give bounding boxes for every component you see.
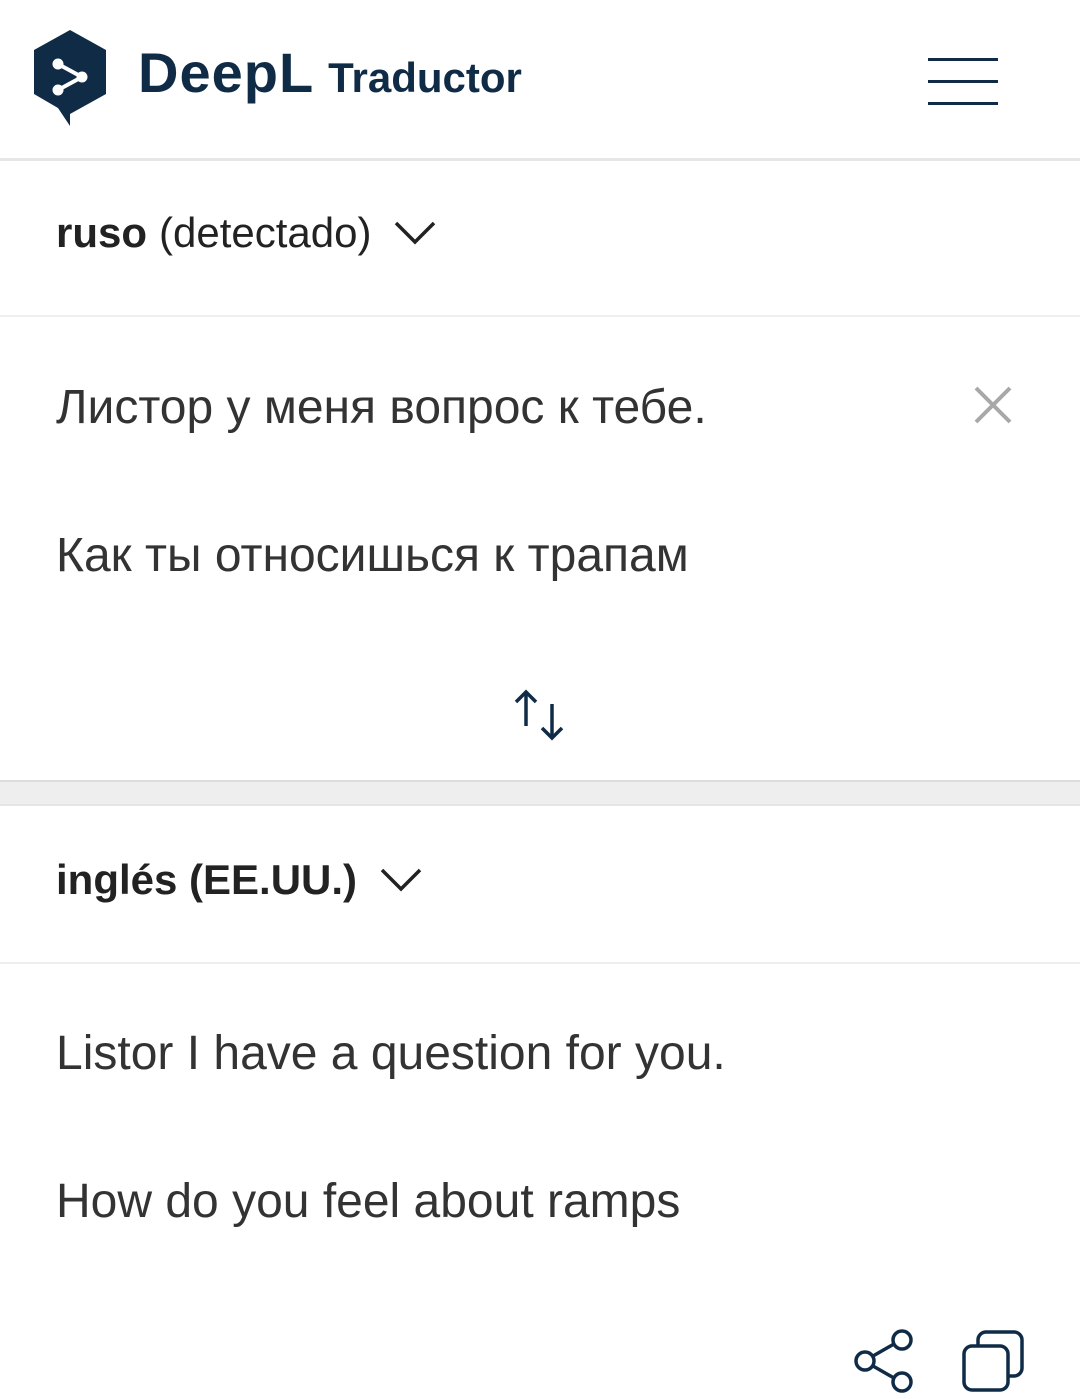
app-header: DeepL Traductor (0, 0, 1080, 161)
panel-divider (0, 780, 1080, 806)
copy-icon[interactable] (960, 1328, 1026, 1394)
target-language-selector[interactable]: inglés (EE.UU.) (0, 808, 1080, 964)
deepl-translator-screen: DeepL Traductor ruso (detectado) Листор … (0, 0, 1080, 1399)
share-icon[interactable] (852, 1328, 916, 1394)
source-text-line: Листор у меня вопрос к тебе. (56, 381, 707, 434)
source-language-label: ruso (detectado) (56, 209, 437, 257)
translation-text-line: Listor I have a question for you. (56, 1027, 726, 1080)
brand-name: DeepL (138, 41, 315, 104)
source-text-line: Как ты относишься к трапам (56, 529, 689, 582)
source-language-name: ruso (56, 209, 148, 256)
brand-title: DeepL Traductor (138, 40, 522, 112)
chevron-down-icon (380, 868, 422, 892)
hamburger-menu-icon[interactable] (928, 58, 1000, 110)
close-icon[interactable] (972, 384, 1014, 426)
swap-languages-icon[interactable] (510, 688, 570, 742)
target-language-label: inglés (EE.UU.) (56, 856, 423, 904)
source-language-note: (detectado) (159, 209, 372, 256)
target-language-name: inglés (EE.UU.) (56, 856, 358, 903)
brand-subtitle: Traductor (328, 54, 522, 101)
chevron-down-icon (395, 221, 436, 245)
translation-text-line: How do you feel about ramps (56, 1175, 681, 1228)
deepl-logo-icon[interactable] (30, 28, 110, 128)
source-language-selector[interactable]: ruso (detectado) (0, 161, 1080, 317)
